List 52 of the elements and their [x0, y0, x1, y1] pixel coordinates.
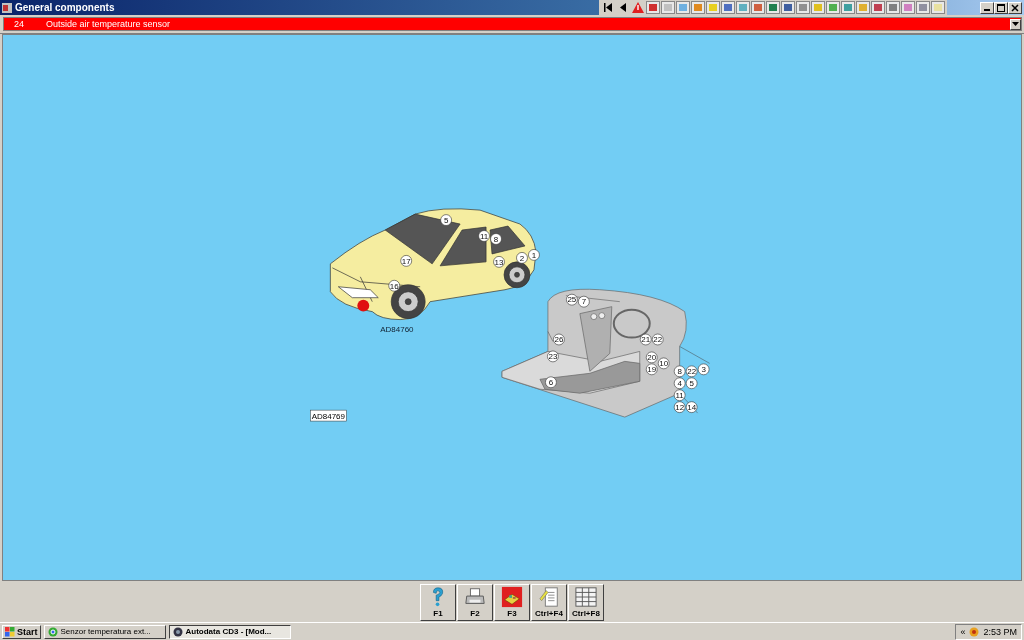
browser-icon	[47, 626, 58, 637]
tray-expand-button[interactable]: «	[960, 626, 966, 637]
toolbar-icon[interactable]	[856, 1, 870, 14]
toolbar-icon[interactable]	[736, 1, 750, 14]
toolbar-icon[interactable]	[706, 1, 720, 14]
toolbar-icon[interactable]	[796, 1, 810, 14]
toolbar-icon[interactable]	[781, 1, 795, 14]
caret-icon	[1012, 22, 1019, 26]
toolbar-icon[interactable]	[931, 1, 945, 14]
sensor-location-marker	[357, 299, 370, 312]
windows-flag-icon	[5, 626, 15, 637]
tray-icon	[969, 626, 980, 637]
function-key-button[interactable]: Ctrl+F8	[568, 584, 604, 622]
function-key-button[interactable]: F3	[494, 584, 530, 622]
toolbar-icon[interactable]	[916, 1, 930, 14]
taskbar-button[interactable]: Senzor temperatura ext...	[43, 624, 166, 639]
toolbar-icon[interactable]	[691, 1, 705, 14]
close-button[interactable]	[1008, 1, 1022, 14]
taskbar-button[interactable]: Autodata CD3 - [Mod...	[168, 624, 291, 639]
toolbar-icon[interactable]	[841, 1, 855, 14]
function-key-button[interactable]: F1	[420, 584, 456, 622]
toolbar-icon[interactable]	[661, 1, 675, 14]
component-name: Outside air temperature sensor	[46, 19, 172, 29]
app-icon	[172, 626, 183, 637]
component-number: 24	[13, 19, 25, 29]
minimize-icon	[984, 9, 990, 11]
toolbar-icon[interactable]	[721, 1, 735, 14]
clock: 2:53 PM	[983, 626, 1017, 637]
toolbar-icon[interactable]	[751, 1, 765, 14]
toolbar-icon[interactable]	[886, 1, 900, 14]
component-selector[interactable]: 24 Outside air temperature sensor	[3, 17, 1022, 31]
minimize-button[interactable]	[980, 1, 994, 14]
dropdown-button[interactable]	[1010, 18, 1021, 30]
window-title: General components	[15, 2, 115, 13]
maximize-button[interactable]	[994, 1, 1008, 14]
app-icon	[2, 2, 12, 13]
toolbar-icon[interactable]	[766, 1, 780, 14]
toolbar-icon[interactable]	[901, 1, 915, 14]
toolbar-icon[interactable]	[646, 1, 660, 14]
toolbar-icon[interactable]	[676, 1, 690, 14]
function-key-button[interactable]: F2	[457, 584, 493, 622]
maximize-icon	[997, 3, 1005, 12]
component-layout-icon	[500, 586, 524, 609]
table-icon	[574, 586, 598, 609]
function-key-button[interactable]: Ctrl+F4	[531, 584, 567, 622]
toolbar-icon[interactable]	[826, 1, 840, 14]
document-pencil-icon	[537, 586, 561, 609]
toolbar-icon[interactable]	[871, 1, 885, 14]
close-icon	[1011, 3, 1019, 12]
start-button[interactable]: Start	[2, 624, 41, 639]
first-page-icon[interactable]	[601, 1, 615, 14]
toolbar-icon[interactable]	[811, 1, 825, 14]
